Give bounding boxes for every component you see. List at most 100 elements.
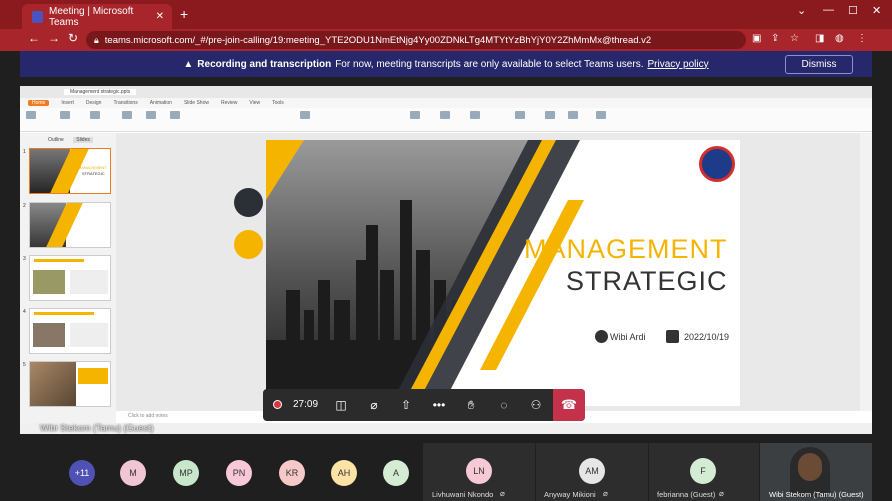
forward-arrow-icon[interactable]: → — [48, 31, 60, 45]
participants-icon[interactable]: ⚇ — [528, 397, 544, 413]
slide-number: 5 — [23, 362, 26, 368]
tab-close-icon[interactable]: ✕ — [156, 11, 164, 22]
window-menu-icon[interactable]: ⌄ — [797, 4, 806, 17]
slide-thumbnail-3[interactable] — [29, 255, 111, 301]
back-arrow-icon[interactable]: ← — [28, 31, 40, 45]
menu-item[interactable]: View — [249, 100, 260, 106]
more-options-icon[interactable]: ••• — [431, 397, 447, 413]
camera-permission-icon[interactable]: ▣ — [752, 33, 761, 44]
slide-author: Wibi Ardi — [610, 332, 646, 342]
menu-item[interactable]: Insert — [61, 100, 74, 106]
menu-item[interactable]: Design — [86, 100, 102, 106]
recording-banner: ▲ Recording and transcription For now, m… — [20, 51, 872, 77]
close-window-icon[interactable]: ✕ — [872, 4, 881, 17]
participant-avatar: AM — [579, 458, 605, 484]
sidebar-icon[interactable]: ◨ — [815, 33, 824, 44]
slide-thumbnail-5[interactable] — [29, 361, 111, 407]
menu-item[interactable]: Transitions — [113, 100, 137, 106]
presenter-name-label: Wibi Stekom (Tamu) (Guest) — [40, 423, 154, 433]
slide-thumbnail-2[interactable] — [29, 202, 111, 248]
url-input[interactable]: 🔒︎ teams.microsoft.com/_#/pre-join-calli… — [86, 31, 746, 49]
from-current-slide-icon[interactable] — [90, 111, 100, 119]
video-participant-name: Wibi Stekom (Tamu) (Guest) — [769, 490, 864, 499]
file-tab[interactable]: Management strategic.pptx — [64, 89, 137, 95]
banner-heading: Recording and transcription — [197, 58, 332, 70]
call-timer: 27:09 — [293, 399, 319, 410]
menu-item[interactable]: Tools — [272, 100, 284, 106]
thumbnail-tabs: Outline Slides — [48, 137, 93, 143]
chat-icon[interactable]: ◌ — [496, 397, 512, 413]
slide-number: 4 — [23, 309, 26, 315]
participant-avatar[interactable]: MP — [173, 460, 199, 486]
tab-slides[interactable]: Slides — [73, 137, 93, 143]
participant-name: febrianna (Guest) — [657, 490, 716, 499]
menu-item[interactable]: Review — [221, 100, 237, 106]
share-screen-icon[interactable]: ⇧ — [398, 397, 414, 413]
font-icon[interactable] — [300, 111, 310, 119]
overflow-participants-avatar[interactable]: +11 — [69, 460, 95, 486]
warning-icon: ▲ — [183, 58, 194, 70]
participant-name: Anyway Mikioni — [544, 490, 596, 499]
text-box-icon[interactable] — [410, 111, 420, 119]
lock-icon: 🔒︎ — [94, 34, 99, 45]
minimize-icon[interactable]: — — [823, 4, 834, 16]
find-icon[interactable] — [515, 111, 525, 119]
notes-placeholder[interactable]: Click to add notes — [128, 413, 168, 419]
camera-off-icon[interactable]: ◫ — [333, 397, 349, 413]
slide-thumbnail-4[interactable] — [29, 308, 111, 354]
participant-avatar[interactable]: A — [383, 460, 409, 486]
new-slide-icon[interactable] — [122, 111, 132, 119]
profile-avatar-icon[interactable]: ◍ — [835, 33, 844, 44]
shapes-icon[interactable] — [440, 111, 450, 119]
mic-off-icon[interactable]: ⌀ — [366, 397, 382, 413]
participant-avatar[interactable]: AH — [331, 460, 357, 486]
mic-muted-icon: ⌀ — [500, 489, 505, 498]
menu-item[interactable]: Home — [28, 100, 50, 106]
hang-up-icon: ☎︎ — [560, 397, 578, 412]
picture-icon[interactable] — [470, 111, 480, 119]
reset-icon[interactable] — [170, 111, 180, 119]
slide-number: 1 — [23, 149, 26, 155]
leave-call-button[interactable]: ☎︎ — [553, 389, 585, 421]
menu-item[interactable]: Slide Show — [184, 100, 209, 106]
paste-icon[interactable] — [26, 111, 36, 119]
layout-icon[interactable] — [146, 111, 156, 119]
decorative-dark-circle — [234, 188, 263, 217]
slide-thumbnail-1[interactable]: MANAGEMENT STRATEGIC — [29, 148, 111, 194]
decorative-yellow-circle — [234, 230, 263, 259]
mic-muted-icon: ⌀ — [719, 489, 724, 498]
slide-date: 2022/10/19 — [684, 332, 730, 342]
browser-tab[interactable]: Meeting | Microsoft Teams ✕ — [22, 4, 172, 29]
slide-number: 3 — [23, 256, 26, 262]
kebab-menu-icon[interactable]: ⋮ — [857, 33, 867, 44]
calendar-icon — [666, 330, 679, 343]
slide-title-line1: MANAGEMENT — [524, 234, 728, 264]
quick-tool-icon[interactable] — [596, 111, 606, 119]
banner-message: For now, meeting transcripts are only av… — [335, 58, 644, 70]
participant-avatar[interactable]: KR — [279, 460, 305, 486]
participant-name: Livhuwani Nkondo — [432, 490, 494, 499]
participant-avatar[interactable]: M — [120, 460, 146, 486]
reload-icon[interactable]: ↻ — [68, 31, 78, 45]
teams-favicon-icon — [32, 10, 43, 23]
tab-outline[interactable]: Outline — [48, 137, 64, 143]
maximize-icon[interactable]: ☐ — [848, 4, 858, 17]
format-painter-icon[interactable] — [60, 111, 70, 119]
menu-item[interactable]: Animation — [150, 100, 172, 106]
tab-title: Meeting | Microsoft Teams — [49, 5, 134, 28]
right-toolbar — [860, 133, 872, 411]
presentation-tab-bar: Management strategic.pptx — [20, 86, 872, 98]
author-icon — [595, 330, 608, 343]
participant-avatar: LN — [466, 458, 492, 484]
participant-avatar: F — [690, 458, 716, 484]
privacy-policy-link[interactable]: Privacy policy — [647, 59, 708, 70]
settings-icon[interactable] — [568, 111, 578, 119]
participant-avatar[interactable]: PN — [226, 460, 252, 486]
slide-title-line2: STRATEGIC — [566, 266, 728, 296]
select-icon[interactable] — [545, 111, 555, 119]
bookmark-star-icon[interactable]: ☆ — [790, 33, 799, 44]
dismiss-button[interactable]: Dismiss — [785, 55, 853, 74]
share-icon[interactable]: ⇪ — [771, 33, 779, 44]
raise-hand-icon[interactable]: ✋︎ — [463, 397, 479, 413]
new-tab-button[interactable]: + — [180, 6, 188, 22]
